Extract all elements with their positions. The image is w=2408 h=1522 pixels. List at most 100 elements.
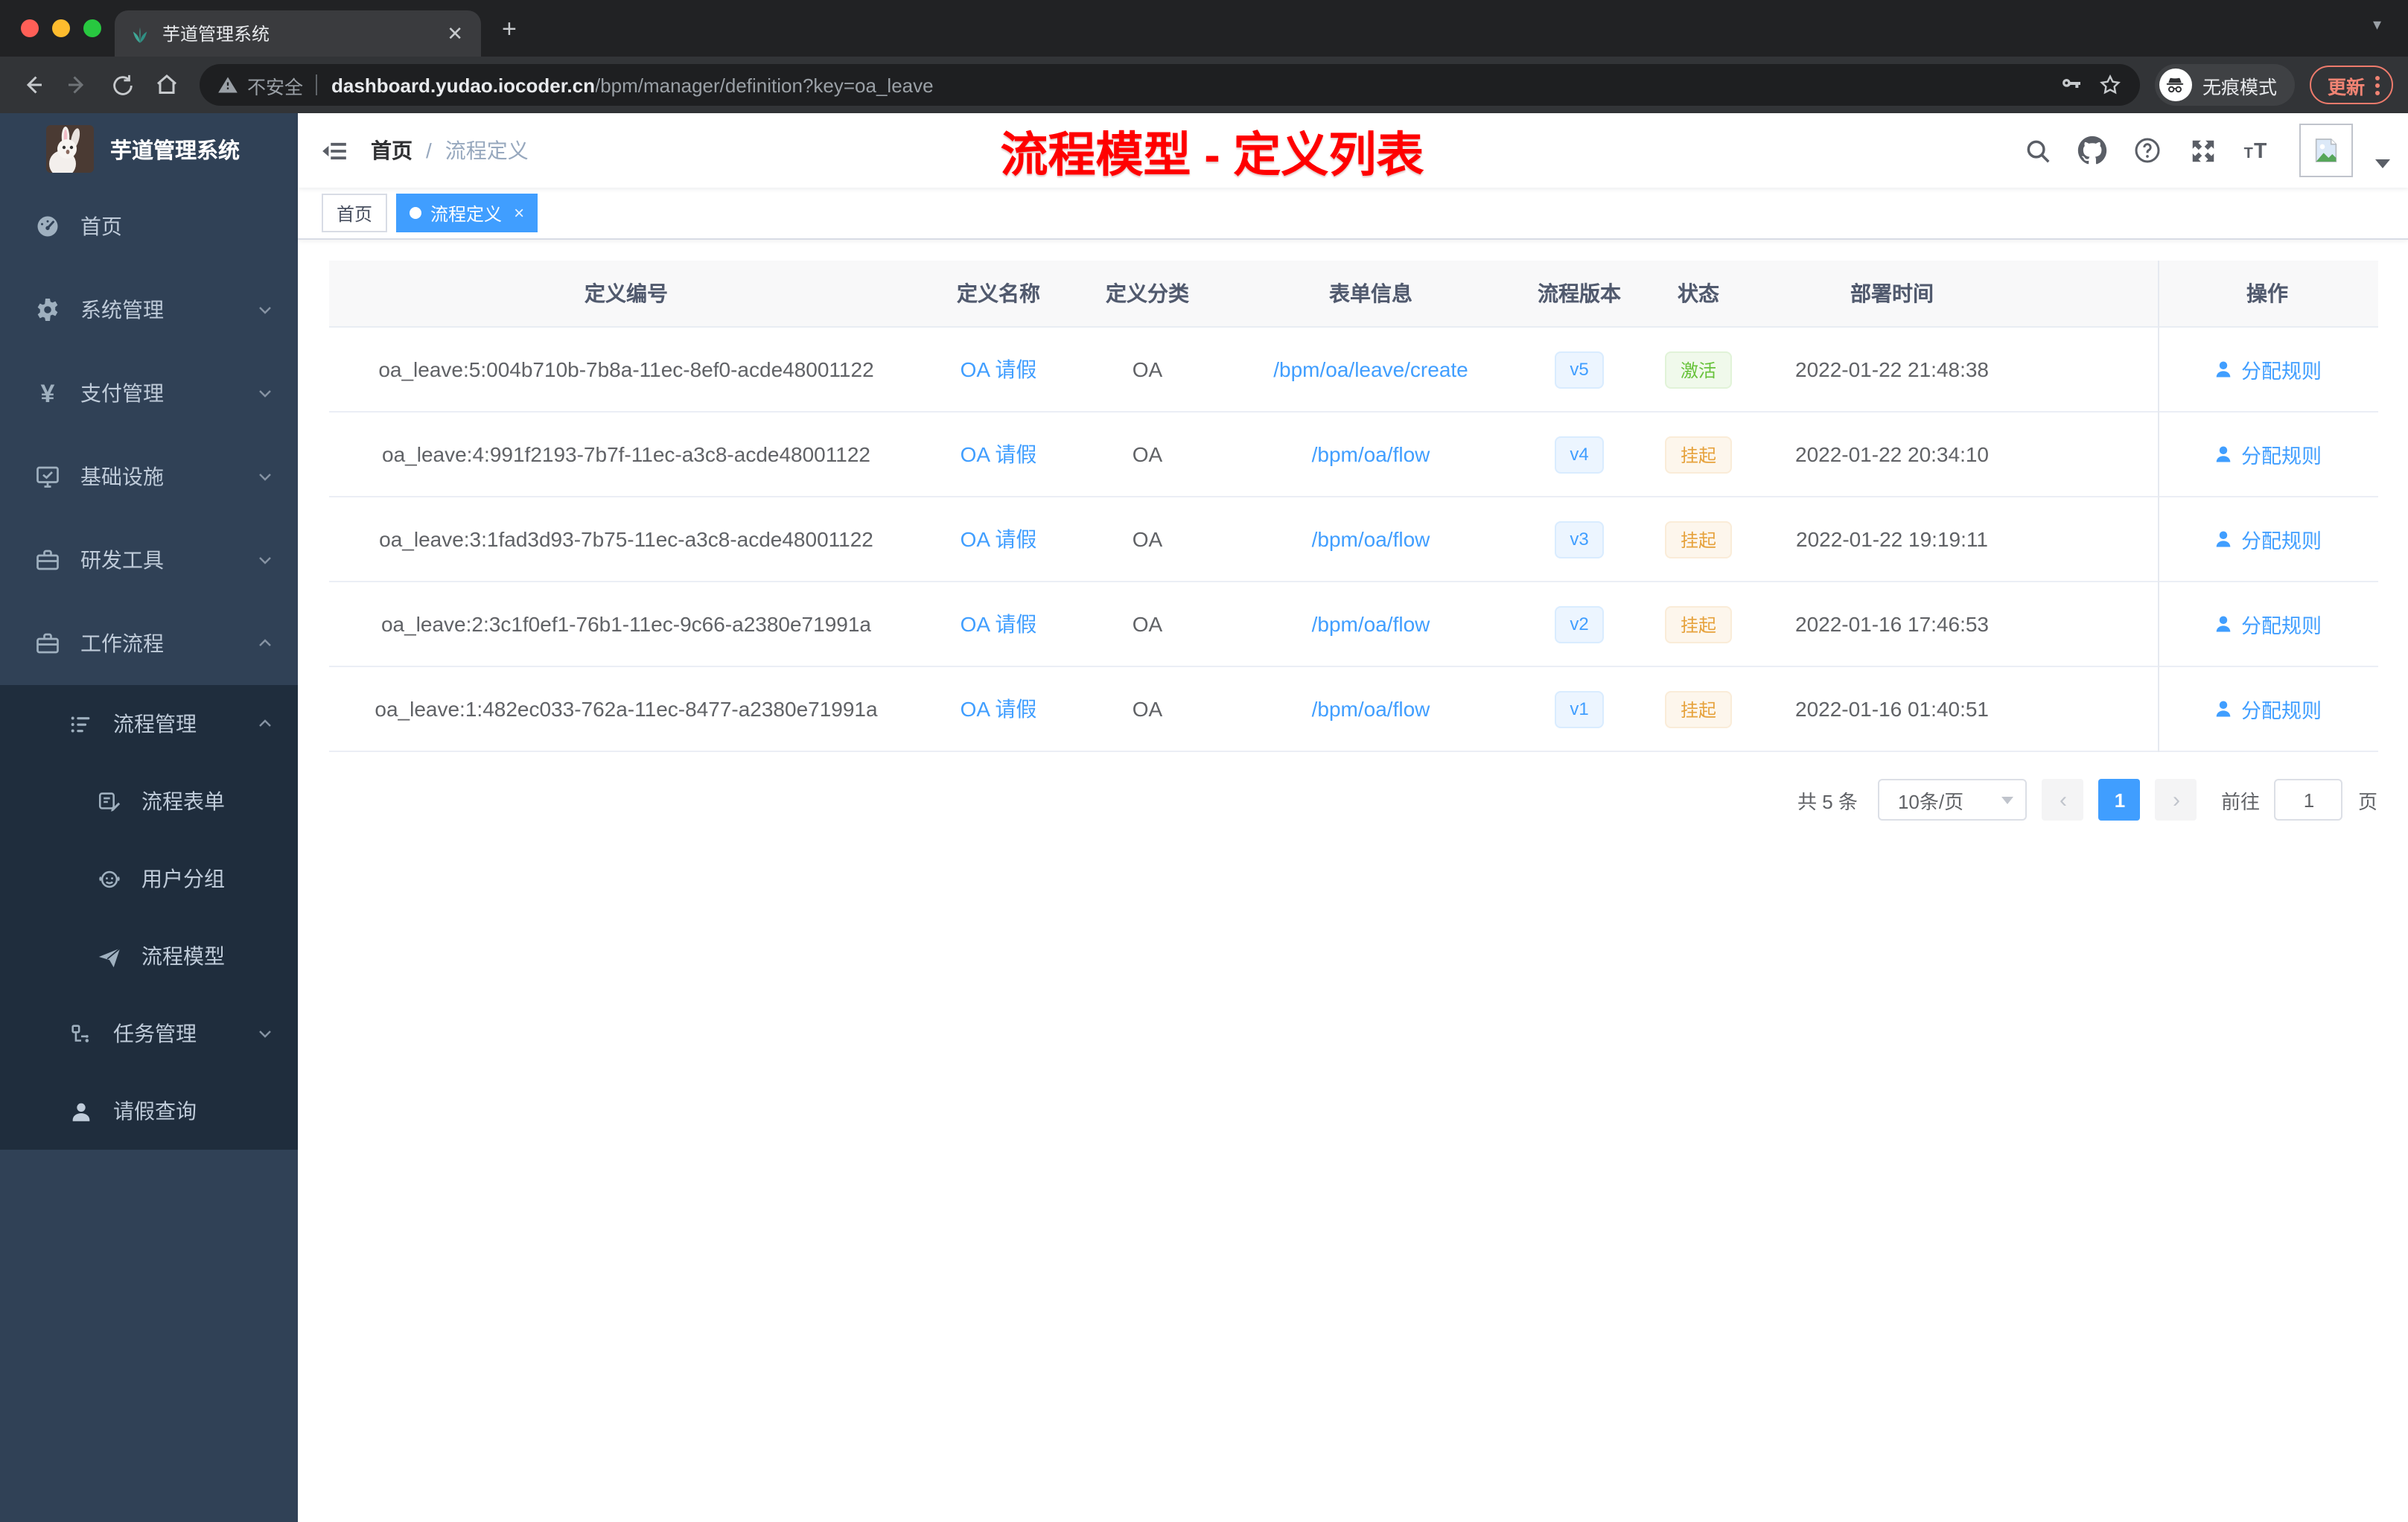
back-button[interactable]: [15, 67, 51, 103]
fixed-column-divider: [2157, 261, 2159, 752]
assign-rule-link[interactable]: 分配规则: [2213, 439, 2322, 469]
form-info-link[interactable]: /bpm/oa/flow: [1312, 442, 1430, 466]
reload-button[interactable]: [104, 67, 140, 103]
user-avatar[interactable]: [2299, 124, 2353, 177]
sidebar-item-label: 研发工具: [80, 548, 164, 572]
status-badge: 挂起: [1665, 520, 1731, 558]
github-icon[interactable]: [2076, 134, 2109, 167]
sidebar-item-dev-tools[interactable]: 研发工具: [0, 518, 298, 602]
definition-id: oa_leave:3:1fad3d93-7b75-11ec-a3c8-acde4…: [379, 527, 873, 551]
sidebar-item-user-group[interactable]: 用户分组: [0, 840, 298, 917]
minimize-window-button[interactable]: [52, 19, 70, 37]
select-chevron-down-icon: [2001, 796, 2014, 803]
filler-cell: [2026, 667, 2157, 751]
dashboard-gauge-icon: [34, 213, 61, 240]
sidebar-item-payment[interactable]: ¥ 支付管理: [0, 351, 298, 435]
active-tag-dot: [410, 207, 422, 219]
goto-label: 前往: [2220, 790, 2260, 812]
paper-plane-icon: [95, 943, 122, 969]
tag-close-icon[interactable]: ×: [514, 203, 524, 223]
sidebar-item-system[interactable]: 系统管理: [0, 268, 298, 351]
window-controls[interactable]: [21, 19, 101, 37]
sidebar-logo[interactable]: 芋道管理系统: [0, 113, 298, 185]
tab-close-icon[interactable]: ✕: [444, 24, 466, 43]
page-number-button[interactable]: 1: [2098, 779, 2141, 821]
filler-cell: [2026, 328, 2157, 411]
definition-name-link[interactable]: OA 请假: [961, 694, 1037, 724]
table-header-row: 定义编号 定义名称 定义分类 表单信息 流程版本 状态 部署时间 操作: [328, 261, 2377, 328]
prev-page-button[interactable]: ‹: [2042, 779, 2084, 821]
sidebar-item-label: 流程模型: [141, 944, 225, 968]
address-divider: [315, 74, 317, 95]
table-row: oa_leave:2:3c1f0ef1-76b1-11ec-9c66-a2380…: [328, 582, 2377, 667]
assign-rule-link[interactable]: 分配规则: [2213, 694, 2322, 724]
sidebar-item-home[interactable]: 首页: [0, 185, 298, 268]
sidebar: 芋道管理系统 首页 系统管理 ¥ 支付管理 基础设施 研发工具 工作流程 流程管…: [0, 113, 298, 1522]
sidebar-item-workflow[interactable]: 工作流程: [0, 602, 298, 685]
col-header-status: 状态: [1678, 281, 1719, 305]
tag-process-definition[interactable]: 流程定义 ×: [396, 194, 538, 232]
definition-category: OA: [1132, 527, 1163, 551]
sidebar-item-infrastructure[interactable]: 基础设施: [0, 435, 298, 518]
incognito-badge: 无痕模式: [2154, 64, 2295, 106]
form-info-link[interactable]: /bpm/oa/leave/create: [1273, 357, 1468, 381]
next-page-button[interactable]: ›: [2155, 779, 2197, 821]
bookmark-star-icon[interactable]: [2098, 73, 2122, 97]
version-badge: v4: [1555, 436, 1604, 473]
forward-button[interactable]: [60, 67, 95, 103]
deploy-time: 2022-01-22 20:34:10: [1795, 442, 1989, 466]
page-size-select[interactable]: 10条/页: [1878, 779, 2028, 821]
deploy-time: 2022-01-16 17:46:53: [1795, 612, 1989, 636]
col-header-form-info: 表单信息: [1329, 281, 1412, 305]
breadcrumb-home-link[interactable]: 首页: [371, 136, 413, 165]
assign-rule-link[interactable]: 分配规则: [2213, 609, 2322, 639]
sidebar-item-process-management[interactable]: 流程管理: [0, 685, 298, 762]
definition-name-link[interactable]: OA 请假: [961, 439, 1037, 469]
password-key-icon[interactable]: [2060, 73, 2083, 97]
favicon-plant-icon: [130, 23, 150, 44]
maximize-window-button[interactable]: [83, 19, 101, 37]
sidebar-item-process-form[interactable]: 流程表单: [0, 762, 298, 840]
search-icon[interactable]: [2021, 134, 2054, 167]
col-header-filler: [2026, 261, 2157, 326]
definition-name-link[interactable]: OA 请假: [961, 609, 1037, 639]
sidebar-item-process-model[interactable]: 流程模型: [0, 917, 298, 995]
sidebar-item-leave-query[interactable]: 请假查询: [0, 1072, 298, 1150]
assign-rule-link[interactable]: 分配规则: [2213, 354, 2322, 384]
tab-search-chevron-icon[interactable]: ▾: [2373, 15, 2381, 34]
sidebar-collapse-icon[interactable]: [298, 113, 371, 188]
avatar-caret-down-icon[interactable]: [2375, 159, 2390, 168]
browser-update-button[interactable]: 更新: [2309, 66, 2393, 104]
sidebar-item-task-management[interactable]: 任务管理: [0, 995, 298, 1072]
new-tab-button[interactable]: +: [502, 15, 517, 57]
address-bar[interactable]: 不安全 dashboard.yudao.iocoder.cn /bpm/mana…: [200, 64, 2140, 106]
browser-menu-icon[interactable]: [2375, 75, 2380, 95]
help-icon[interactable]: [2131, 134, 2164, 167]
form-info-link[interactable]: /bpm/oa/flow: [1312, 527, 1430, 551]
table-row: oa_leave:3:1fad3d93-7b75-11ec-a3c8-acde4…: [328, 497, 2377, 582]
form-info-link[interactable]: /bpm/oa/flow: [1312, 697, 1430, 721]
tag-home[interactable]: 首页: [322, 194, 388, 232]
form-info-link[interactable]: /bpm/oa/flow: [1312, 612, 1430, 636]
chevron-down-icon: [256, 1025, 274, 1042]
assign-rule-link[interactable]: 分配规则: [2213, 524, 2322, 554]
definition-name-link[interactable]: OA 请假: [961, 354, 1037, 384]
close-window-button[interactable]: [21, 19, 39, 37]
page-size-value: 10条/页: [1897, 790, 1964, 812]
fullscreen-icon[interactable]: [2186, 134, 2219, 167]
filler-cell: [2026, 497, 2157, 581]
font-size-icon[interactable]: TT: [2241, 134, 2274, 167]
chevron-down-icon: [256, 468, 274, 485]
tags-view-bar: 首页 流程定义 ×: [298, 188, 2408, 240]
sidebar-item-label: 系统管理: [80, 298, 164, 322]
version-badge: v5: [1555, 351, 1604, 388]
definition-name-link[interactable]: OA 请假: [961, 524, 1037, 554]
user-icon: [2216, 446, 2231, 462]
version-badge: v3: [1555, 520, 1604, 558]
not-secure-label[interactable]: 不安全: [247, 71, 303, 99]
list-tree-icon: [67, 710, 94, 737]
goto-page-input[interactable]: [2274, 779, 2343, 821]
update-label: 更新: [2327, 77, 2365, 98]
home-button[interactable]: [149, 67, 185, 103]
browser-tab[interactable]: 芋道管理系统 ✕: [115, 10, 481, 57]
